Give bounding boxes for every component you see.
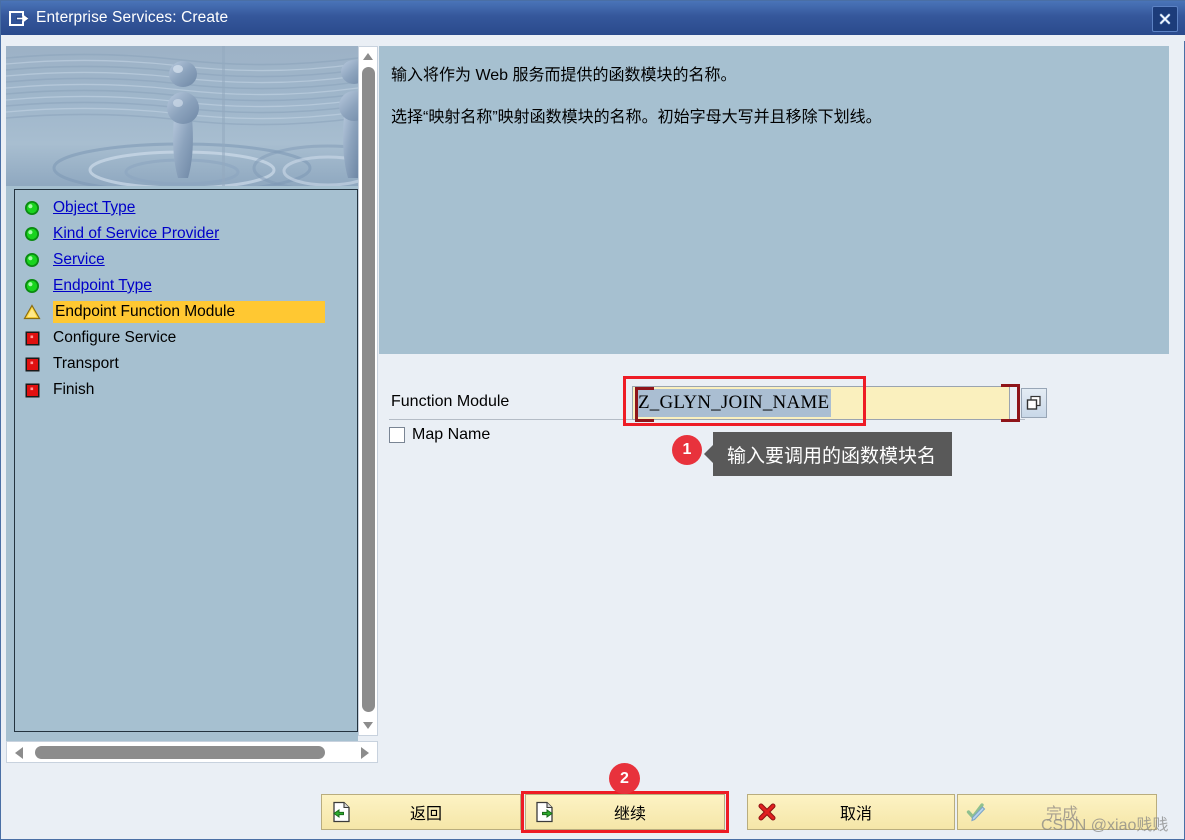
instruction-line-1: 输入将作为 Web 服务而提供的函数模块的名称。 [391,67,737,84]
sidebar-item-label: Endpoint Type [53,277,152,294]
instruction-line-2: 选择“映射名称”映射函数模块的名称。初始字母大写并且移除下划线。 [391,109,882,126]
triangle-down-icon[interactable] [359,716,377,734]
function-module-field-row: Function Module Z_GLYN_JOIN_NAME [389,386,1159,420]
function-module-input[interactable]: Z_GLYN_JOIN_NAME [636,389,832,417]
sidebar-item-label: Transport [53,355,119,372]
window-title: Enterprise Services: Create [36,9,229,26]
red-square-icon [21,327,43,349]
back-button-label: 返回 [409,806,442,823]
green-circle-icon [21,197,43,219]
green-circle-icon [21,249,43,271]
continue-button[interactable]: 继续 [525,794,725,830]
title-bar: Enterprise Services: Create [1,1,1185,35]
sidebar-item-kind-of-service-provider[interactable]: Kind of Service Provider [15,221,357,247]
close-icon[interactable] [1152,6,1178,32]
red-x-icon [754,800,780,824]
annotation-badge-1: 1 [672,435,702,465]
wizard-sidebar: Object Type Kind of Service Provider Ser… [6,46,358,746]
triangle-up-icon[interactable] [359,47,377,65]
check-pencil-icon [964,800,990,824]
red-square-icon [21,379,43,401]
annotation-tooltip-1: 输入要调用的函数模块名 [703,432,953,476]
button-bar: 返回 继续 取消 完成 [1,791,1185,833]
sidebar-horizontal-scrollbar[interactable] [6,741,378,763]
sidebar-item-label: Endpoint Function Module [53,301,326,323]
sidebar-item-endpoint-function-module[interactable]: Endpoint Function Module [15,299,357,325]
value-help-icon[interactable] [1021,388,1047,418]
sidebar-item-service[interactable]: Service [15,247,357,273]
function-module-input-wrapper[interactable]: Z_GLYN_JOIN_NAME [632,386,1010,420]
sidebar-item-label: Configure Service [53,329,177,346]
map-name-label: Map Name [412,426,491,443]
sidebar-hscrollbar-thumb[interactable] [35,746,325,759]
green-circle-icon [21,275,43,297]
sidebar-item-transport[interactable]: Transport [15,351,357,377]
continue-button-label: 继续 [613,806,646,823]
yellow-warning-triangle-icon [21,301,43,323]
sidebar-item-configure-service[interactable]: Configure Service [15,325,357,351]
function-module-label: Function Module [391,393,510,410]
triangle-left-icon[interactable] [10,744,28,762]
map-name-row[interactable]: Map Name [389,426,490,444]
window-export-icon [8,8,30,28]
cancel-button[interactable]: 取消 [747,794,955,830]
sidebar-item-label: Service [53,251,105,268]
sidebar-scrollbar-thumb[interactable] [362,67,375,712]
document-forward-arrow-icon [532,800,558,824]
document-back-arrow-icon [328,800,354,824]
finish-button-label: 完成 [1045,806,1078,823]
red-square-icon [21,353,43,375]
water-droplet-splash-image [6,46,358,186]
annotation-badge-2: 2 [609,763,640,794]
form-area: Function Module Z_GLYN_JOIN_NAME Map Nam… [379,354,1169,744]
instruction-panel: 输入将作为 Web 服务而提供的函数模块的名称。 选择“映射名称”映射函数模块的… [379,46,1169,354]
sidebar-vertical-scrollbar[interactable] [358,46,378,736]
sidebar-item-finish[interactable]: Finish [15,377,357,403]
map-name-checkbox[interactable] [389,427,405,443]
wizard-step-list: Object Type Kind of Service Provider Ser… [14,189,358,732]
sidebar-item-endpoint-type[interactable]: Endpoint Type [15,273,357,299]
sidebar-item-object-type[interactable]: Object Type [15,195,357,221]
sidebar-item-label: Object Type [53,199,136,216]
cancel-button-label: 取消 [839,806,872,823]
triangle-right-icon[interactable] [356,744,374,762]
application-window: Enterprise Services: Create Object Type … [0,0,1185,840]
back-button[interactable]: 返回 [321,794,521,830]
sidebar-item-label: Finish [53,381,95,398]
title-bar-separator [1,35,1185,41]
green-circle-icon [21,223,43,245]
sidebar-item-label: Kind of Service Provider [53,225,220,242]
finish-button[interactable]: 完成 [957,794,1157,830]
